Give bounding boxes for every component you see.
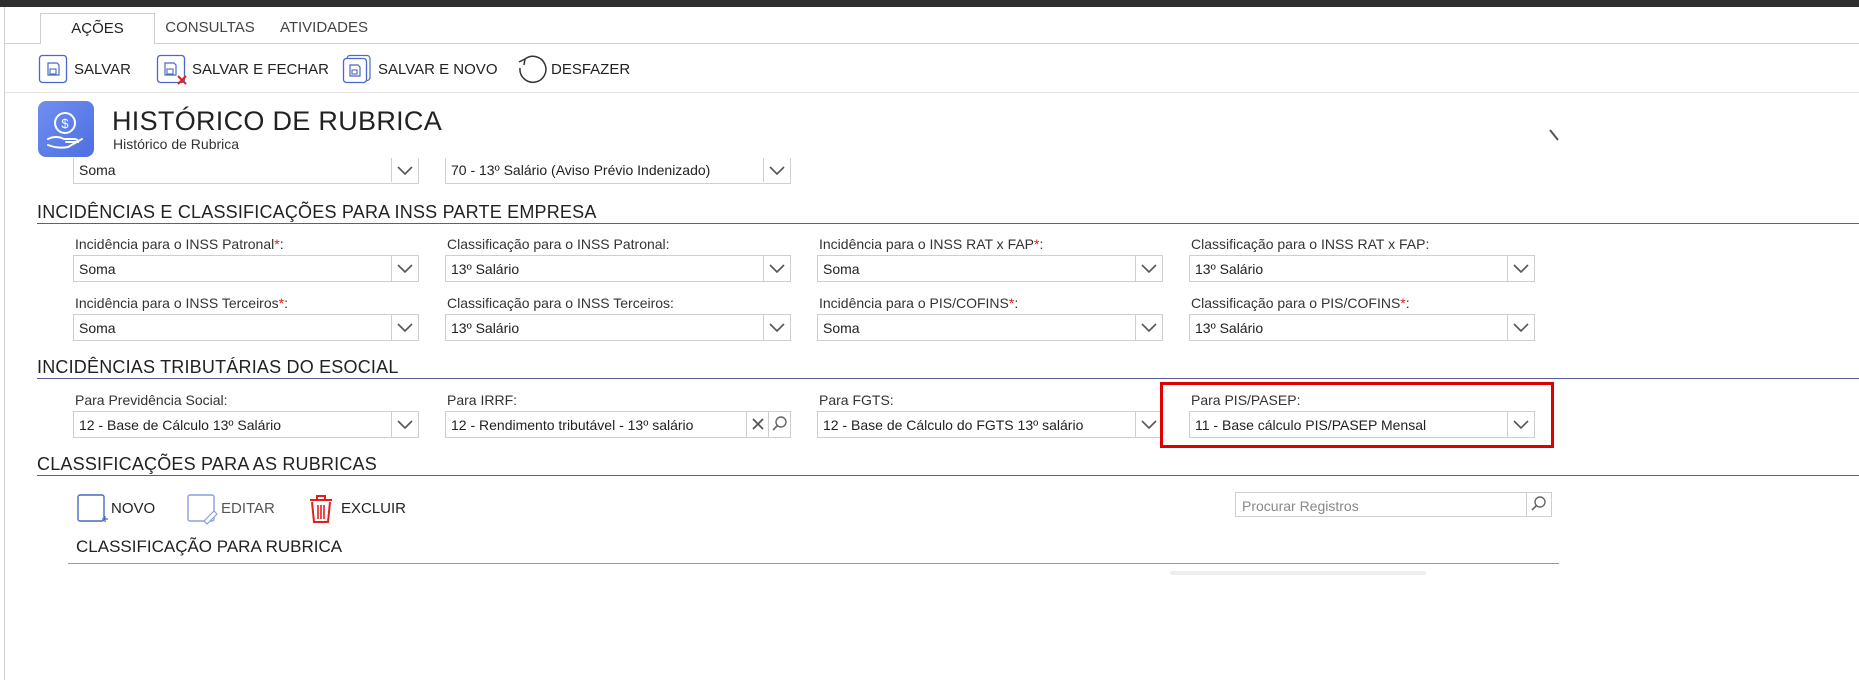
chevron-down-icon[interactable]: [391, 412, 418, 437]
search-input[interactable]: [1240, 496, 1524, 515]
undo-label: DESFAZER: [551, 60, 631, 78]
chevron-down-icon[interactable]: [763, 315, 790, 340]
select-value: Soma: [823, 320, 860, 336]
new-icon: [76, 493, 108, 523]
delete-button[interactable]: EXCLUIR: [306, 490, 406, 526]
subsection-title: CLASSIFICAÇÃO PARA RUBRICA: [76, 537, 343, 556]
field-label: Classificação para o INSS RAT x FAP:: [1191, 236, 1430, 252]
scroll-indicator: [1170, 571, 1426, 575]
search-box[interactable]: [1235, 492, 1552, 517]
select-value: 13º Salário: [451, 320, 520, 336]
subsection-divider: [68, 563, 1559, 564]
chevron-down-icon[interactable]: [1507, 315, 1534, 340]
field-label: Classificação para o INSS Terceiros:: [447, 295, 674, 311]
section-inss-title: INCIDÊNCIAS E CLASSIFICAÇÕES PARA INSS P…: [37, 202, 597, 222]
chevron-down-icon[interactable]: [391, 315, 418, 340]
trash-icon: [306, 493, 336, 523]
tab-baseline-left: [5, 43, 40, 44]
new-button[interactable]: NOVO: [76, 490, 155, 526]
edit-label: EDITAR: [221, 499, 275, 517]
save-close-button[interactable]: SALVAR E FECHAR: [156, 53, 329, 85]
select-value: 13º Salário: [1195, 261, 1264, 277]
section-esocial-title: INCIDÊNCIAS TRIBUTÁRIAS DO ESOCIAL: [37, 357, 399, 377]
class-inss-terceiros-select[interactable]: 13º Salário: [445, 314, 791, 341]
edit-button[interactable]: EDITAR: [186, 490, 275, 526]
new-label: NOVO: [111, 499, 156, 517]
svg-text:$: $: [61, 116, 69, 131]
field-label: Incidência para o INSS RAT x FAP*:: [819, 236, 1044, 252]
prev-select-2[interactable]: 70 - 13º Salário (Aviso Prévio Indenizad…: [445, 158, 791, 184]
chevron-down-icon[interactable]: [1135, 315, 1162, 340]
chevron-down-icon[interactable]: [1135, 412, 1162, 437]
highlight-box: [1160, 382, 1554, 448]
window-top-bar: [0, 0, 1859, 7]
search-icon[interactable]: [768, 412, 791, 437]
save-icon: [38, 54, 68, 84]
prev-select-1[interactable]: Soma: [73, 158, 419, 184]
prev-select-1-value: Soma: [79, 162, 116, 178]
field-label: Para IRRF:: [447, 392, 518, 408]
irrf-lookup[interactable]: 12 - Rendimento tributável - 13º salário: [445, 411, 791, 438]
inss-rat-fap-select[interactable]: Soma: [817, 255, 1163, 282]
save-new-icon: [342, 54, 372, 84]
chevron-down-icon[interactable]: [763, 158, 790, 182]
field-label: Incidência para o PIS/COFINS*:: [819, 295, 1019, 311]
save-new-label: SALVAR E NOVO: [378, 60, 498, 78]
save-close-icon: [156, 54, 187, 85]
inss-terceiros-select[interactable]: Soma: [73, 314, 419, 341]
select-value: Soma: [79, 320, 116, 336]
save-label: SALVAR: [74, 60, 131, 78]
money-hand-icon: $: [38, 101, 94, 157]
select-value: 12 - Rendimento tributável - 13º salário: [451, 417, 694, 433]
fgts-select[interactable]: 12 - Base de Cálculo do FGTS 13º salário: [817, 411, 1163, 438]
select-value: 12 - Base de Cálculo do FGTS 13º salário: [823, 417, 1084, 433]
chevron-down-icon[interactable]: [1507, 256, 1534, 281]
section-inss-divider: [37, 223, 1859, 224]
field-label: Classificação para o INSS Patronal:: [447, 236, 670, 252]
toolbar-divider: [5, 92, 1859, 93]
page-subtitle: Histórico de Rubrica: [113, 136, 240, 152]
chevron-down-icon[interactable]: [1548, 128, 1559, 151]
field-label: Classificação para o PIS/COFINS*:: [1191, 295, 1410, 311]
section-esocial-divider: [37, 378, 1859, 379]
select-value: Soma: [823, 261, 860, 277]
section-classificacoes-divider: [37, 475, 1859, 476]
field-label: Para Previdência Social:: [75, 392, 228, 408]
tab-acoes[interactable]: AÇÕES: [40, 13, 155, 44]
class-inss-patronal-select[interactable]: 13º Salário: [445, 255, 791, 282]
field-label: Incidência para o INSS Patronal*:: [75, 236, 284, 252]
save-button[interactable]: SALVAR: [38, 53, 131, 85]
page-title: HISTÓRICO DE RUBRICA: [112, 106, 443, 136]
select-value: 13º Salário: [1195, 320, 1264, 336]
undo-button[interactable]: DESFAZER: [515, 53, 630, 85]
class-pis-cofins-select[interactable]: 13º Salário: [1189, 314, 1535, 341]
field-label: Incidência para o INSS Terceiros*:: [75, 295, 288, 311]
tab-consultas[interactable]: CONSULTAS: [160, 13, 260, 43]
search-icon[interactable]: [1526, 493, 1551, 516]
select-value: 13º Salário: [451, 261, 520, 277]
undo-icon: [515, 54, 547, 84]
clear-icon[interactable]: [746, 412, 769, 437]
left-border: [4, 7, 5, 680]
chevron-down-icon[interactable]: [391, 158, 418, 182]
delete-label: EXCLUIR: [341, 499, 407, 517]
field-label: Para FGTS:: [819, 392, 894, 408]
chevron-down-icon[interactable]: [1135, 256, 1162, 281]
pis-cofins-select[interactable]: Soma: [817, 314, 1163, 341]
select-value: 12 - Base de Cálculo 13º Salário: [79, 417, 282, 433]
chevron-down-icon[interactable]: [391, 256, 418, 281]
inss-patronal-select[interactable]: Soma: [73, 255, 419, 282]
previdencia-select[interactable]: 12 - Base de Cálculo 13º Salário: [73, 411, 419, 438]
chevron-down-icon[interactable]: [763, 256, 790, 281]
class-inss-rat-fap-select[interactable]: 13º Salário: [1189, 255, 1535, 282]
save-close-label: SALVAR E FECHAR: [192, 60, 329, 78]
save-new-button[interactable]: SALVAR E NOVO: [342, 53, 497, 85]
select-value: Soma: [79, 261, 116, 277]
tab-atividades[interactable]: ATIVIDADES: [272, 13, 376, 43]
prev-select-2-value: 70 - 13º Salário (Aviso Prévio Indenizad…: [451, 162, 711, 178]
tab-baseline: [154, 43, 1859, 44]
section-classificacoes-title: CLASSIFICAÇÕES PARA AS RUBRICAS: [37, 454, 377, 474]
edit-icon: [186, 493, 218, 525]
